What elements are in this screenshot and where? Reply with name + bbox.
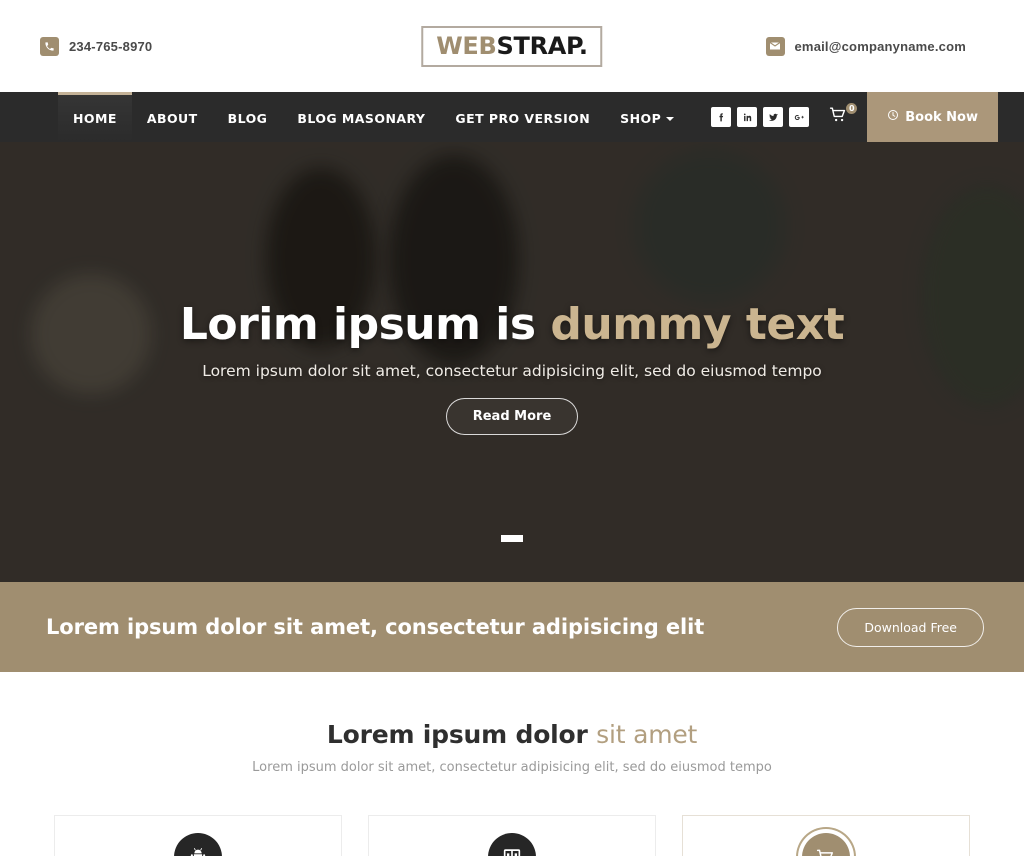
android-icon <box>174 833 222 856</box>
cart-button[interactable]: 0 <box>818 92 867 142</box>
hero-subtitle: Lorem ipsum dolor sit amet, consectetur … <box>202 362 822 381</box>
phone-contact[interactable]: 234-765-8970 <box>40 36 153 56</box>
book-now-label: Book Now <box>905 109 978 125</box>
logo-text-secondary: STRAP. <box>496 31 589 60</box>
facebook-icon[interactable] <box>711 107 732 127</box>
service-card-android[interactable] <box>54 815 342 856</box>
phone-icon <box>40 36 59 56</box>
service-cards <box>0 815 1024 856</box>
nav-label: SHOP <box>620 111 662 126</box>
section-title-primary: Lorem ipsum dolor <box>326 720 597 749</box>
hero-title-accent: dummy text <box>550 299 845 350</box>
nav-item-get-pro-version[interactable]: GET PRO VERSION <box>440 92 605 142</box>
twitter-icon[interactable] <box>763 107 784 127</box>
nav-label: GET PRO VERSION <box>455 111 591 126</box>
site-logo[interactable]: WEBSTRAP. <box>421 25 603 67</box>
cart-count-badge: 0 <box>846 103 858 114</box>
columns-layout-icon <box>488 833 536 856</box>
book-now-button[interactable]: Book Now <box>867 92 998 142</box>
nav-links: HOME ABOUT BLOG BLOG MASONARY GET PRO VE… <box>58 92 810 142</box>
phone-number: 234-765-8970 <box>69 38 153 54</box>
section-title: Lorem ipsum dolor sit amet <box>0 720 1024 749</box>
googleplus-icon[interactable] <box>789 107 810 127</box>
main-navigation: HOME ABOUT BLOG BLOG MASONARY GET PRO VE… <box>0 92 1024 142</box>
hero-title: Lorim ipsum is dummy text <box>0 299 1024 350</box>
envelope-icon <box>765 36 785 56</box>
slider-pagination <box>0 535 1024 542</box>
nav-spacer <box>998 92 1024 142</box>
service-card-layout[interactable] <box>368 815 656 856</box>
hero-content: Lorim ipsum is dummy text Lorem ipsum do… <box>0 299 1024 436</box>
section-subtitle: Lorem ipsum dolor sit amet, consectetur … <box>252 760 772 775</box>
slider-dot-1[interactable] <box>501 535 523 542</box>
nav-label: BLOG MASONARY <box>297 111 426 126</box>
hero-title-primary: Lorim ipsum is <box>179 299 551 350</box>
services-section: Lorem ipsum dolor sit amet Lorem ipsum d… <box>0 672 1024 856</box>
nav-item-home[interactable]: HOME <box>58 92 132 142</box>
cta-banner: Lorem ipsum dolor sit amet, consectetur … <box>0 582 1024 672</box>
cta-heading: Lorem ipsum dolor sit amet, consectetur … <box>46 615 705 639</box>
clock-icon <box>887 109 899 125</box>
shopping-cart-icon <box>802 833 850 856</box>
download-free-button[interactable]: Download Free <box>837 607 984 647</box>
section-title-accent: sit amet <box>596 720 698 749</box>
chevron-down-icon <box>666 116 675 121</box>
nav-item-blog-masonary[interactable]: BLOG MASONARY <box>282 92 440 142</box>
nav-item-blog[interactable]: BLOG <box>213 92 283 142</box>
nav-label: HOME <box>73 111 117 126</box>
social-links <box>711 92 810 142</box>
nav-item-about[interactable]: ABOUT <box>132 92 213 142</box>
top-contact-bar: 234-765-8970 WEBSTRAP. email@companyname… <box>0 0 1024 92</box>
linkedin-icon[interactable] <box>737 107 758 127</box>
service-card-shop[interactable] <box>682 815 970 856</box>
nav-item-shop[interactable]: SHOP <box>605 92 689 142</box>
read-more-button[interactable]: Read More <box>445 398 579 436</box>
nav-label: ABOUT <box>146 111 198 126</box>
logo-text-primary: WEB <box>436 31 497 60</box>
email-contact[interactable]: email@companyname.com <box>765 36 967 56</box>
nav-label: BLOG <box>227 111 268 126</box>
nav-actions: 0 Book Now <box>818 92 1024 142</box>
email-address: email@companyname.com <box>794 38 966 54</box>
hero-slider: Lorim ipsum is dummy text Lorem ipsum do… <box>0 142 1024 582</box>
